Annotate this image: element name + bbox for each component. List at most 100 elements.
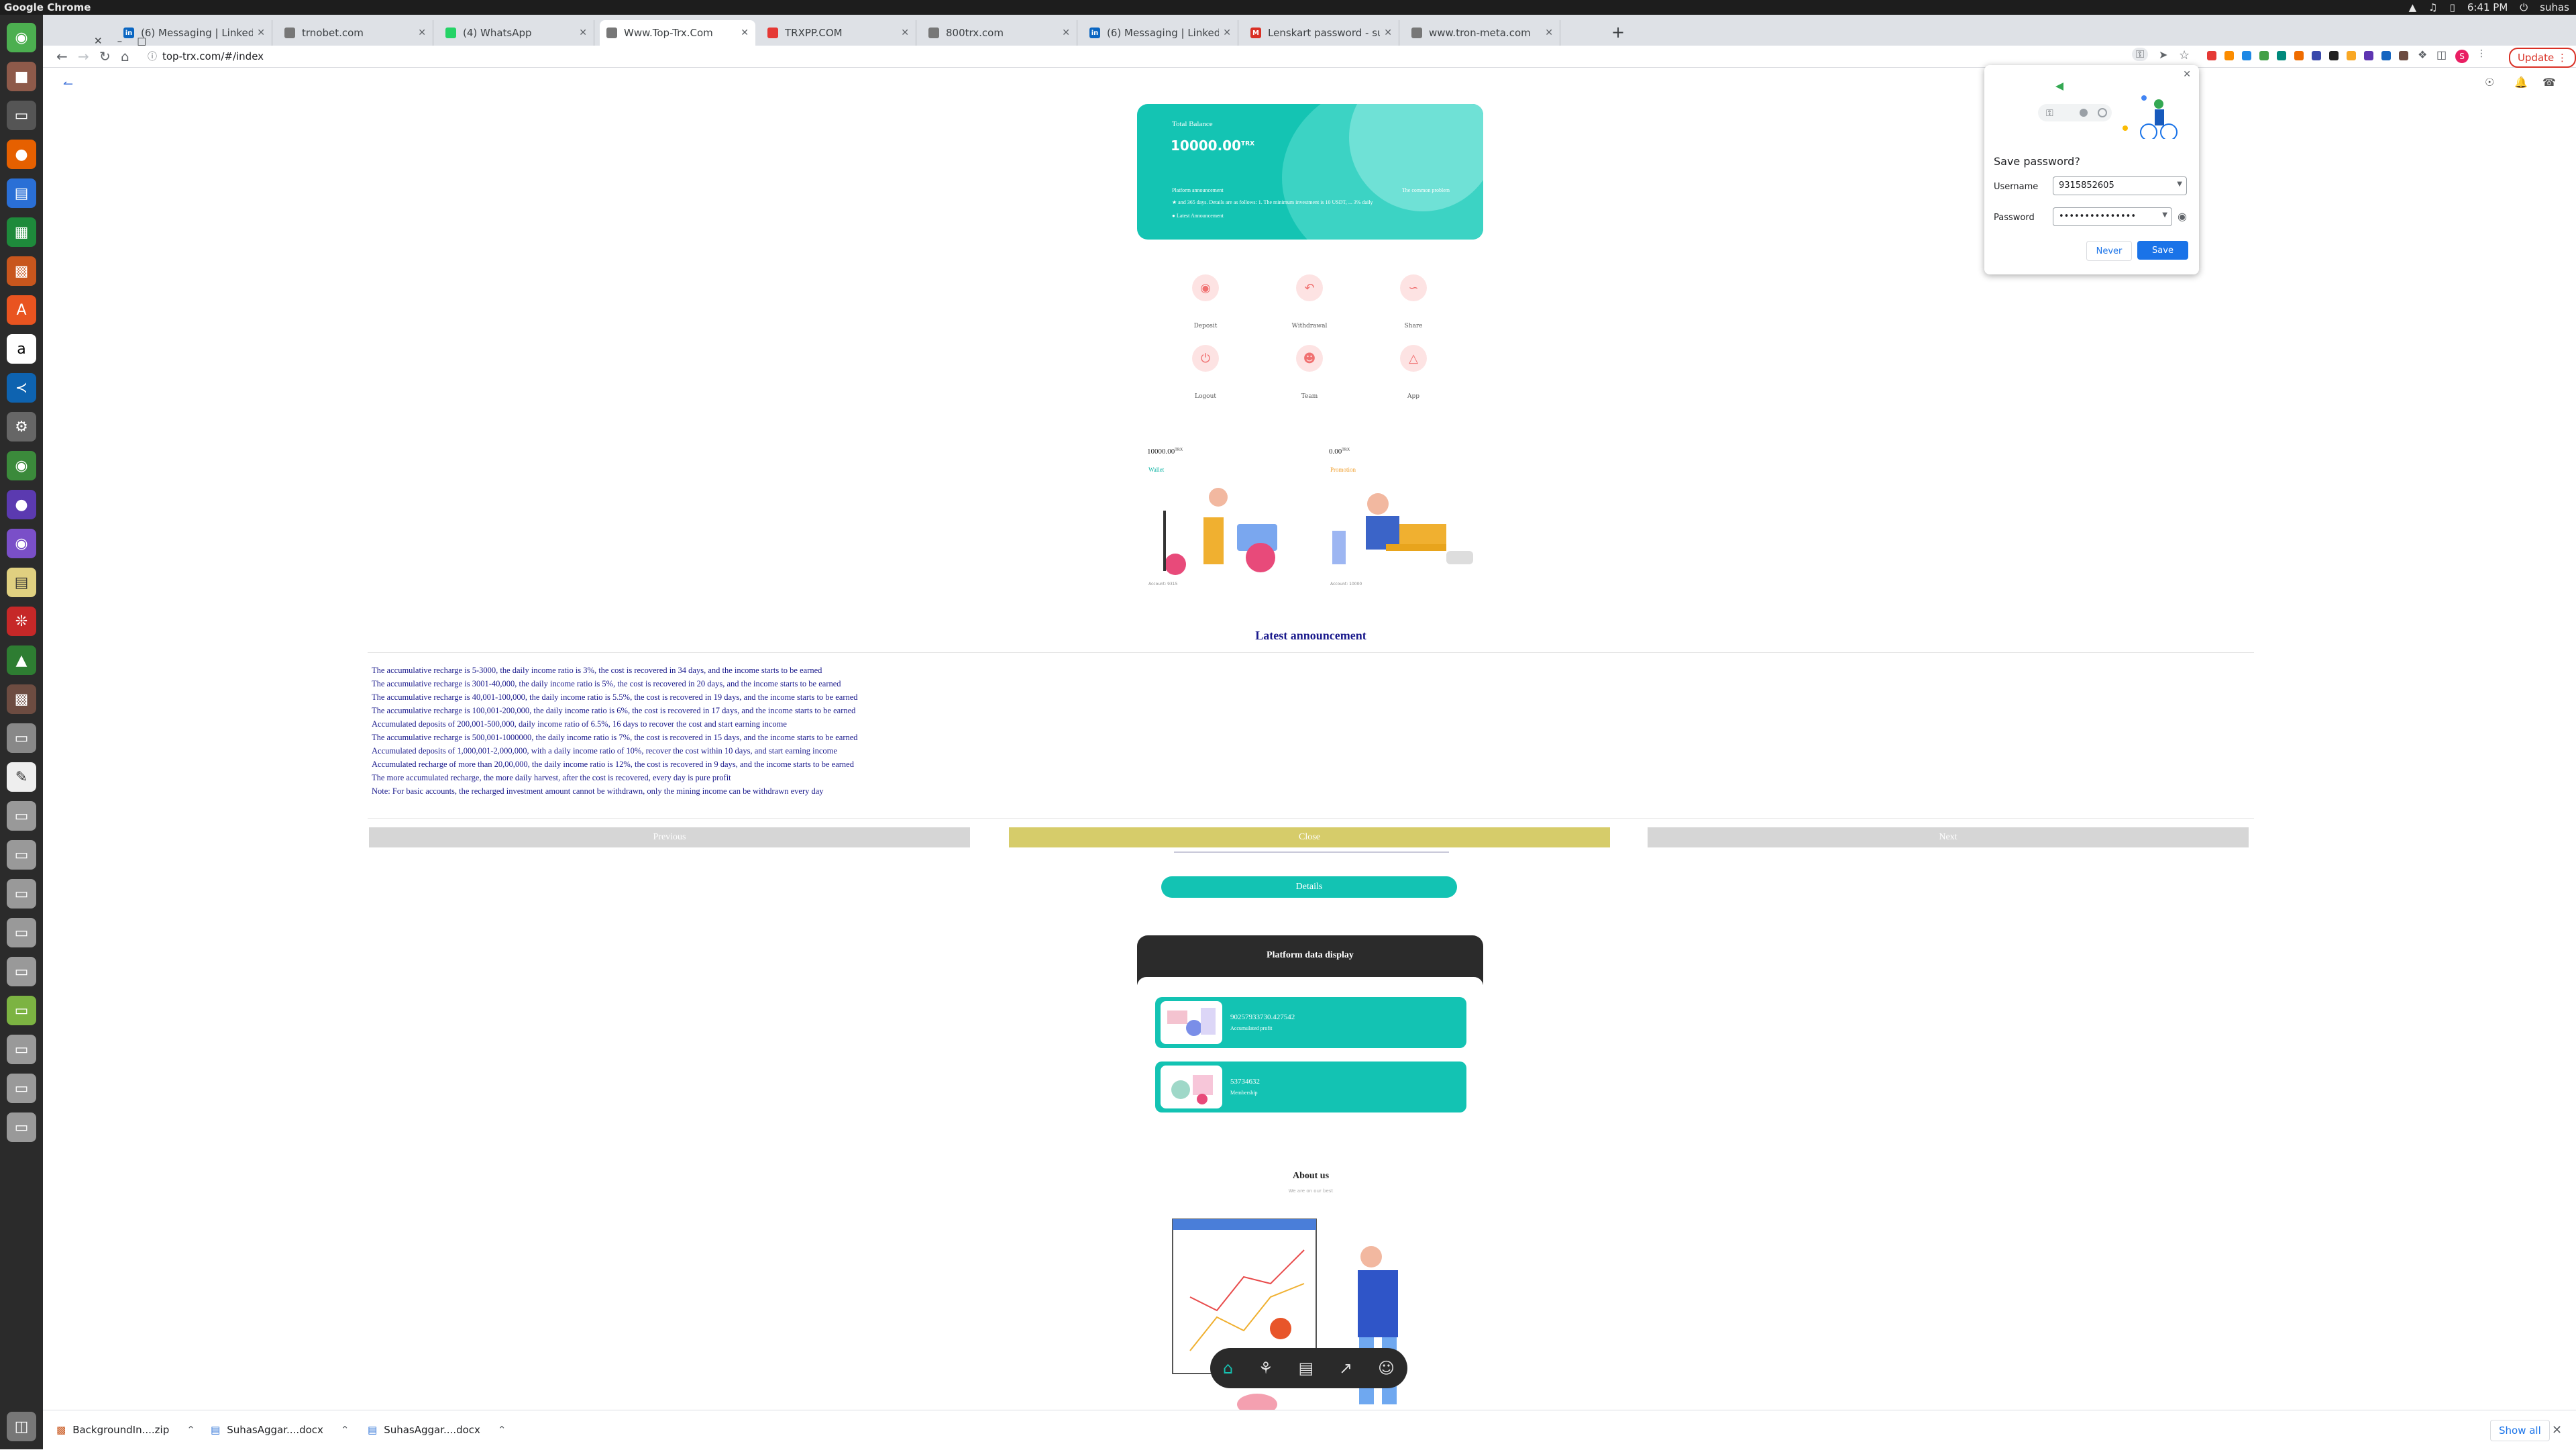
dock-disk7-icon[interactable]: ▭ <box>7 996 36 1025</box>
tab-close-icon[interactable]: ✕ <box>1062 28 1070 38</box>
save-button[interactable]: Save <box>2137 241 2188 260</box>
extension-icon[interactable] <box>2259 51 2269 60</box>
extension-icon[interactable] <box>2207 51 2216 60</box>
extension-icon[interactable] <box>2381 51 2391 60</box>
dock-disk8-icon[interactable]: ▭ <box>7 1035 36 1064</box>
dock-disk10-icon[interactable]: ▭ <box>7 1112 36 1142</box>
bell-icon[interactable]: 🔔 <box>2514 76 2528 89</box>
dock-chrome2-icon[interactable]: ◉ <box>7 451 36 480</box>
browser-tab[interactable]: TRXPP.COM ✕ <box>761 20 916 46</box>
tab-close-icon[interactable]: ✕ <box>1545 28 1553 38</box>
site-info-icon[interactable]: ⓘ <box>148 50 157 63</box>
extension-icon[interactable] <box>2399 51 2408 60</box>
nav-home-icon[interactable]: ⌂ <box>1223 1359 1233 1378</box>
dock-amazon-icon[interactable]: a <box>7 334 36 364</box>
nav-team-icon[interactable]: ⚘ <box>1258 1359 1273 1378</box>
previous-button[interactable]: Previous <box>369 827 970 847</box>
download-item[interactable]: ▤ SuhasAggar....docx ⌃ <box>368 1420 506 1440</box>
extension-icon[interactable] <box>2242 51 2251 60</box>
team-label[interactable]: Team <box>1283 393 1336 400</box>
update-button[interactable]: Update ⋮ <box>2509 48 2576 68</box>
extension-icon[interactable] <box>2364 51 2373 60</box>
browser-tab[interactable]: trnobet.com ✕ <box>278 20 433 46</box>
battery-icon[interactable]: ▯ <box>2450 1 2455 13</box>
withdrawal-label[interactable]: Withdrawal <box>1283 323 1336 329</box>
download-item[interactable]: ▩ BackgroundIn....zip ⌃ <box>56 1420 195 1440</box>
dock-chrome-icon[interactable]: ◉ <box>7 23 36 52</box>
dock-software-icon[interactable]: A <box>7 295 36 325</box>
tab-close-icon[interactable]: ✕ <box>1223 28 1231 38</box>
headset-icon[interactable]: ☎ <box>2542 76 2556 89</box>
withdrawal-icon[interactable]: ↶ <box>1296 274 1323 301</box>
browser-tab[interactable]: in (6) Messaging | LinkedIn ✕ <box>1083 20 1238 46</box>
dock-disk-icon[interactable]: ▭ <box>7 723 36 753</box>
dock-notes-icon[interactable]: ▤ <box>7 568 36 597</box>
dock-writer-icon[interactable]: ▤ <box>7 178 36 208</box>
dock-term-icon[interactable]: ▩ <box>7 684 36 714</box>
extension-icon[interactable] <box>2329 51 2339 60</box>
download-item[interactable]: ▤ SuhasAggar....docx ⌃ <box>211 1420 350 1440</box>
tab-close-icon[interactable]: ✕ <box>901 28 909 38</box>
tab-search-icon[interactable]: ⋮ <box>2477 48 2486 59</box>
dock-obs-icon[interactable]: ◉ <box>7 529 36 558</box>
dock-settings-icon[interactable]: ⚙ <box>7 412 36 442</box>
share-label[interactable]: Share <box>1387 323 1440 329</box>
address-bar[interactable]: top-trx.com/#/index <box>162 50 264 62</box>
extension-icon[interactable] <box>2347 51 2356 60</box>
chevron-up-icon[interactable]: ⌃ <box>186 1424 195 1436</box>
popup-close-icon[interactable]: ✕ <box>2183 69 2191 80</box>
volume-icon[interactable]: ♫ <box>2428 1 2437 13</box>
dock-disk3-icon[interactable]: ▭ <box>7 840 36 870</box>
next-button[interactable]: Next <box>1648 827 2249 847</box>
send-icon[interactable]: ➤ <box>2159 48 2167 61</box>
tab-close-icon[interactable]: ✕ <box>741 28 749 38</box>
nav-share-icon[interactable]: ↗ <box>1339 1359 1352 1378</box>
app-label[interactable]: App <box>1387 393 1440 400</box>
never-button[interactable]: Never <box>2086 241 2132 261</box>
dock-map-icon[interactable]: ▲ <box>7 645 36 675</box>
side-panel-icon[interactable]: ◫ <box>2436 48 2447 61</box>
details-button[interactable]: Details <box>1161 876 1457 898</box>
show-password-eye-icon[interactable]: ◉ <box>2178 210 2187 223</box>
browser-tab[interactable]: M Lenskart password - suha ✕ <box>1244 20 1399 46</box>
team-icon[interactable]: ☻ <box>1296 345 1323 372</box>
back-arrow-icon[interactable]: ↼ <box>63 77 73 91</box>
username-field[interactable]: 9315852605 ▼ <box>2053 176 2187 195</box>
power-icon[interactable]: ⏻ <box>2520 1 2528 13</box>
password-key-icon[interactable]: ⚿ <box>2132 48 2149 61</box>
dock-vscode-icon[interactable]: ≺ <box>7 373 36 403</box>
browser-tab[interactable]: (4) WhatsApp ✕ <box>439 20 594 46</box>
browser-tab[interactable]: www.tron-meta.com ✕ <box>1405 20 1560 46</box>
dock-editor-icon[interactable]: ✎ <box>7 762 36 792</box>
tab-close-icon[interactable]: ✕ <box>579 28 587 38</box>
new-tab-icon[interactable]: + <box>1611 23 1625 42</box>
dock-calc-icon[interactable]: ▦ <box>7 217 36 247</box>
tab-close-icon[interactable]: ✕ <box>418 28 426 38</box>
dock-disk2-icon[interactable]: ▭ <box>7 801 36 831</box>
reload-icon[interactable]: ↻ <box>99 48 111 64</box>
downloads-close-icon[interactable]: ✕ <box>2552 1420 2562 1440</box>
dock-app-icon[interactable]: ● <box>7 490 36 519</box>
tab-close-icon[interactable]: ✕ <box>257 28 265 38</box>
dock-disk6-icon[interactable]: ▭ <box>7 957 36 986</box>
common-problem-link[interactable]: The common problem <box>1402 187 1450 193</box>
latest-announcement-link[interactable]: ● Latest Announcement <box>1172 213 1224 219</box>
os-clock[interactable]: 6:41 PM <box>2467 1 2508 13</box>
browser-tab[interactable]: 800trx.com ✕ <box>922 20 1077 46</box>
back-icon[interactable]: ← <box>56 48 68 64</box>
dock-disk5-icon[interactable]: ▭ <box>7 918 36 947</box>
deposit-label[interactable]: Deposit <box>1179 323 1232 329</box>
profile-avatar-icon[interactable]: S <box>2455 50 2469 63</box>
dock-disk9-icon[interactable]: ▭ <box>7 1074 36 1103</box>
share-icon[interactable]: ∽ <box>1400 274 1427 301</box>
language-icon[interactable]: ☉ <box>2485 76 2494 89</box>
bookmark-star-icon[interactable]: ☆ <box>2179 48 2190 62</box>
deposit-icon[interactable]: ◉ <box>1192 274 1219 301</box>
os-user[interactable]: suhas <box>2540 1 2569 13</box>
nav-user-icon[interactable]: ☺ <box>1378 1359 1395 1378</box>
browser-tab[interactable]: Www.Top-Trx.Com ✕ <box>600 20 755 46</box>
home-icon[interactable]: ⌂ <box>121 48 129 64</box>
tab-close-icon[interactable]: ✕ <box>1384 28 1392 38</box>
extension-icon[interactable] <box>2277 51 2286 60</box>
extension-icon[interactable] <box>2224 51 2234 60</box>
